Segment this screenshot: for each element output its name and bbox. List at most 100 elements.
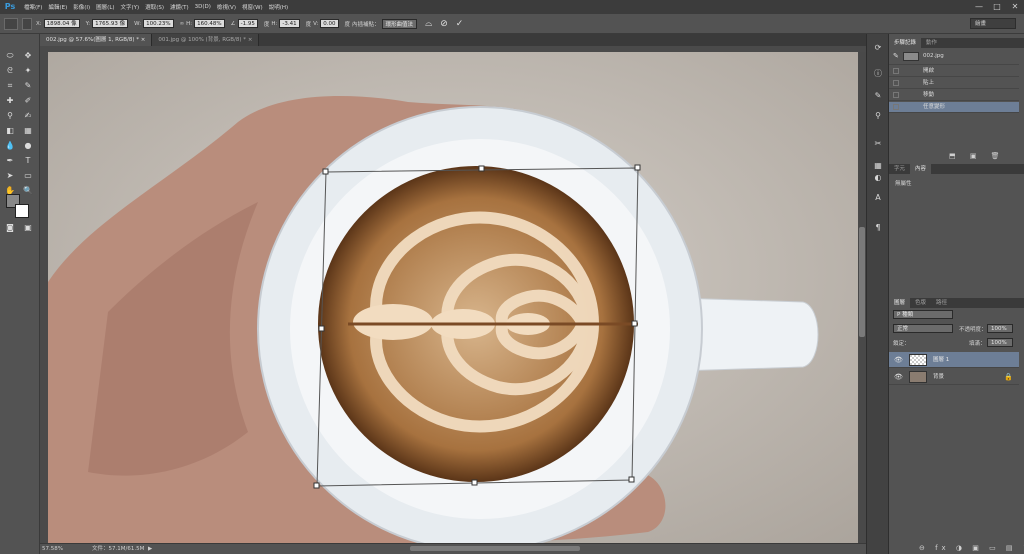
history-snapshot[interactable]: ✎ 002.jpg: [889, 51, 1019, 65]
history-checkbox: [893, 92, 899, 98]
healing-brush-icon[interactable]: ✚: [4, 95, 16, 107]
tool-presets-icon[interactable]: ✂: [872, 138, 884, 150]
clone-stamp-icon[interactable]: ⚲: [4, 110, 16, 122]
layer-name[interactable]: 背景: [933, 369, 944, 385]
visibility-eye-icon[interactable]: 👁: [894, 352, 903, 368]
layer-name[interactable]: 圖層 1: [933, 352, 949, 368]
swatches-icon[interactable]: ▦: [872, 160, 884, 172]
screen-mode-icon[interactable]: ▣: [22, 222, 34, 234]
tab-002[interactable]: 002.jpg @ 57.6%(圖層 1, RGB/8) * ×: [40, 34, 153, 46]
fill-field[interactable]: 100%: [987, 338, 1013, 347]
opacity-field[interactable]: 100%: [987, 324, 1013, 333]
menu-layer[interactable]: 圖層(L): [96, 3, 114, 11]
brush-panel-icon[interactable]: ✎: [872, 90, 884, 102]
history-bottom-icons[interactable]: ⬒ ▣ 🗑: [949, 152, 1006, 160]
interpolation-select[interactable]: 環形曲值法: [381, 18, 418, 29]
type-tool-icon[interactable]: T: [22, 155, 34, 167]
cancel-transform-icon[interactable]: ⊘: [440, 19, 448, 29]
tab-paths[interactable]: 路徑: [931, 298, 952, 308]
w-field[interactable]: 100.23%: [143, 19, 174, 28]
layer-row[interactable]: 👁 背景 🔒: [889, 369, 1019, 385]
magic-wand-icon[interactable]: ✦: [22, 65, 34, 77]
menu-window[interactable]: 視窗(W): [242, 3, 263, 11]
tab-history[interactable]: 步驟記錄: [889, 38, 922, 48]
menu-type[interactable]: 文字(Y): [121, 3, 140, 11]
quick-mask-icon[interactable]: ◙: [4, 222, 16, 234]
color-panel-icon[interactable]: ◐: [872, 172, 884, 184]
tab-label: 002.jpg @ 57.6%(圖層 1, RGB/8) *: [46, 37, 139, 43]
menu-file[interactable]: 檔案(F): [24, 3, 42, 11]
history-item[interactable]: 開啟: [889, 66, 1019, 77]
workspace-select[interactable]: 繪畫: [970, 18, 1016, 29]
layer-kind-filter[interactable]: P 種類: [893, 310, 953, 319]
eyedropper-icon[interactable]: ✎: [22, 80, 34, 92]
close-tab-icon[interactable]: ×: [141, 37, 146, 43]
background-color-swatch[interactable]: [15, 204, 29, 218]
link-icon[interactable]: ∞: [180, 21, 185, 27]
clone-source-icon[interactable]: ⚲: [872, 110, 884, 122]
close-tab-icon[interactable]: ×: [248, 37, 253, 43]
crop-tool-icon[interactable]: ⌗: [4, 80, 16, 92]
hskew-field[interactable]: -3.41: [279, 19, 300, 28]
menu-help[interactable]: 說明(H): [269, 3, 288, 11]
dodge-tool-icon[interactable]: ●: [22, 140, 34, 152]
tab-layers[interactable]: 圖層: [889, 298, 911, 308]
y-field[interactable]: 1765.93 像: [92, 19, 129, 28]
angle-field[interactable]: -1.95: [237, 19, 258, 28]
tab-channels[interactable]: 色版: [910, 298, 931, 308]
menu-image[interactable]: 影像(I): [73, 3, 90, 11]
tab-properties[interactable]: 內容: [910, 164, 932, 174]
brush-tool-icon[interactable]: ✐: [22, 95, 34, 107]
hskew-label: H:: [271, 20, 278, 27]
menu-filter[interactable]: 濾鏡(T): [170, 3, 189, 11]
visibility-eye-icon[interactable]: 👁: [894, 369, 903, 385]
move-tool-icon[interactable]: ✥: [22, 50, 34, 62]
x-field[interactable]: 1898.04 像: [43, 19, 80, 28]
document-canvas[interactable]: [48, 52, 858, 543]
marquee-tool-icon[interactable]: ⬭: [4, 50, 16, 62]
menu-select[interactable]: 選取(S): [145, 3, 164, 11]
paragraph-panel-icon[interactable]: ¶: [872, 222, 884, 234]
eraser-icon[interactable]: ◧: [4, 125, 16, 137]
history-item[interactable]: 貼上: [889, 78, 1019, 89]
info-panel-icon[interactable]: ⓘ: [872, 68, 884, 80]
layers-bottom-icons[interactable]: ⊖ fx ◑ ▣ ▭ ▤ 🗑: [919, 544, 1024, 552]
tab-character[interactable]: 字元: [889, 164, 910, 174]
horizontal-scroll-thumb[interactable]: [410, 546, 580, 551]
vskew-field[interactable]: 0.00: [320, 19, 339, 28]
tab-001[interactable]: 001.jpg @ 100% (背景, RGB/8) * ×: [152, 34, 260, 46]
warp-icon[interactable]: ⌓: [425, 19, 432, 29]
commit-transform-icon[interactable]: ✓: [456, 19, 464, 29]
history-item-label: 貼上: [923, 80, 935, 86]
tab-actions[interactable]: 動作: [921, 38, 942, 48]
toolbox: ⬭ ✥ ᘓ ✦ ⌗ ✎ ✚ ✐ ⚲ ✍ ◧ ▦ 💧 ● ✒ T ➤ ▭ ✋ 🔍 …: [0, 34, 40, 554]
transform-tool-icon[interactable]: [4, 17, 18, 30]
close-button[interactable]: ✕: [1010, 1, 1020, 12]
gradient-tool-icon[interactable]: ▦: [22, 125, 34, 137]
lasso-tool-icon[interactable]: ᘓ: [4, 65, 16, 77]
menu-edit[interactable]: 編輯(E): [48, 3, 67, 11]
h-field[interactable]: 160.48%: [194, 19, 225, 28]
history-item[interactable]: 移動: [889, 90, 1019, 101]
layer-row-active[interactable]: 👁 圖層 1: [889, 352, 1019, 368]
maximize-button[interactable]: □: [992, 1, 1002, 12]
path-selection-icon[interactable]: ➤: [4, 170, 16, 182]
zoom-level[interactable]: 57.58%: [42, 544, 63, 554]
character-panel-icon[interactable]: A: [872, 192, 884, 204]
status-arrow-icon[interactable]: ▶: [148, 544, 152, 554]
blend-mode-select[interactable]: 正常: [893, 324, 953, 333]
pen-tool-icon[interactable]: ✒: [4, 155, 16, 167]
history-brush-icon[interactable]: ✍: [22, 110, 34, 122]
history-item-active[interactable]: 任意變形: [889, 102, 1019, 113]
shape-tool-icon[interactable]: ▭: [22, 170, 34, 182]
minimize-button[interactable]: —: [974, 1, 984, 12]
menu-3d[interactable]: 3D(D): [195, 4, 211, 10]
reference-point-icon[interactable]: [22, 17, 32, 30]
brush-source-icon[interactable]: ✎: [893, 51, 899, 62]
menu-view[interactable]: 檢視(V): [217, 3, 236, 11]
blur-tool-icon[interactable]: 💧: [4, 140, 16, 152]
vertical-scroll-thumb[interactable]: [859, 227, 865, 337]
history-panel-icon[interactable]: ⟳: [872, 42, 884, 54]
vertical-scrollbar[interactable]: [858, 52, 866, 543]
zoom-tool-icon[interactable]: 🔍: [22, 185, 34, 197]
